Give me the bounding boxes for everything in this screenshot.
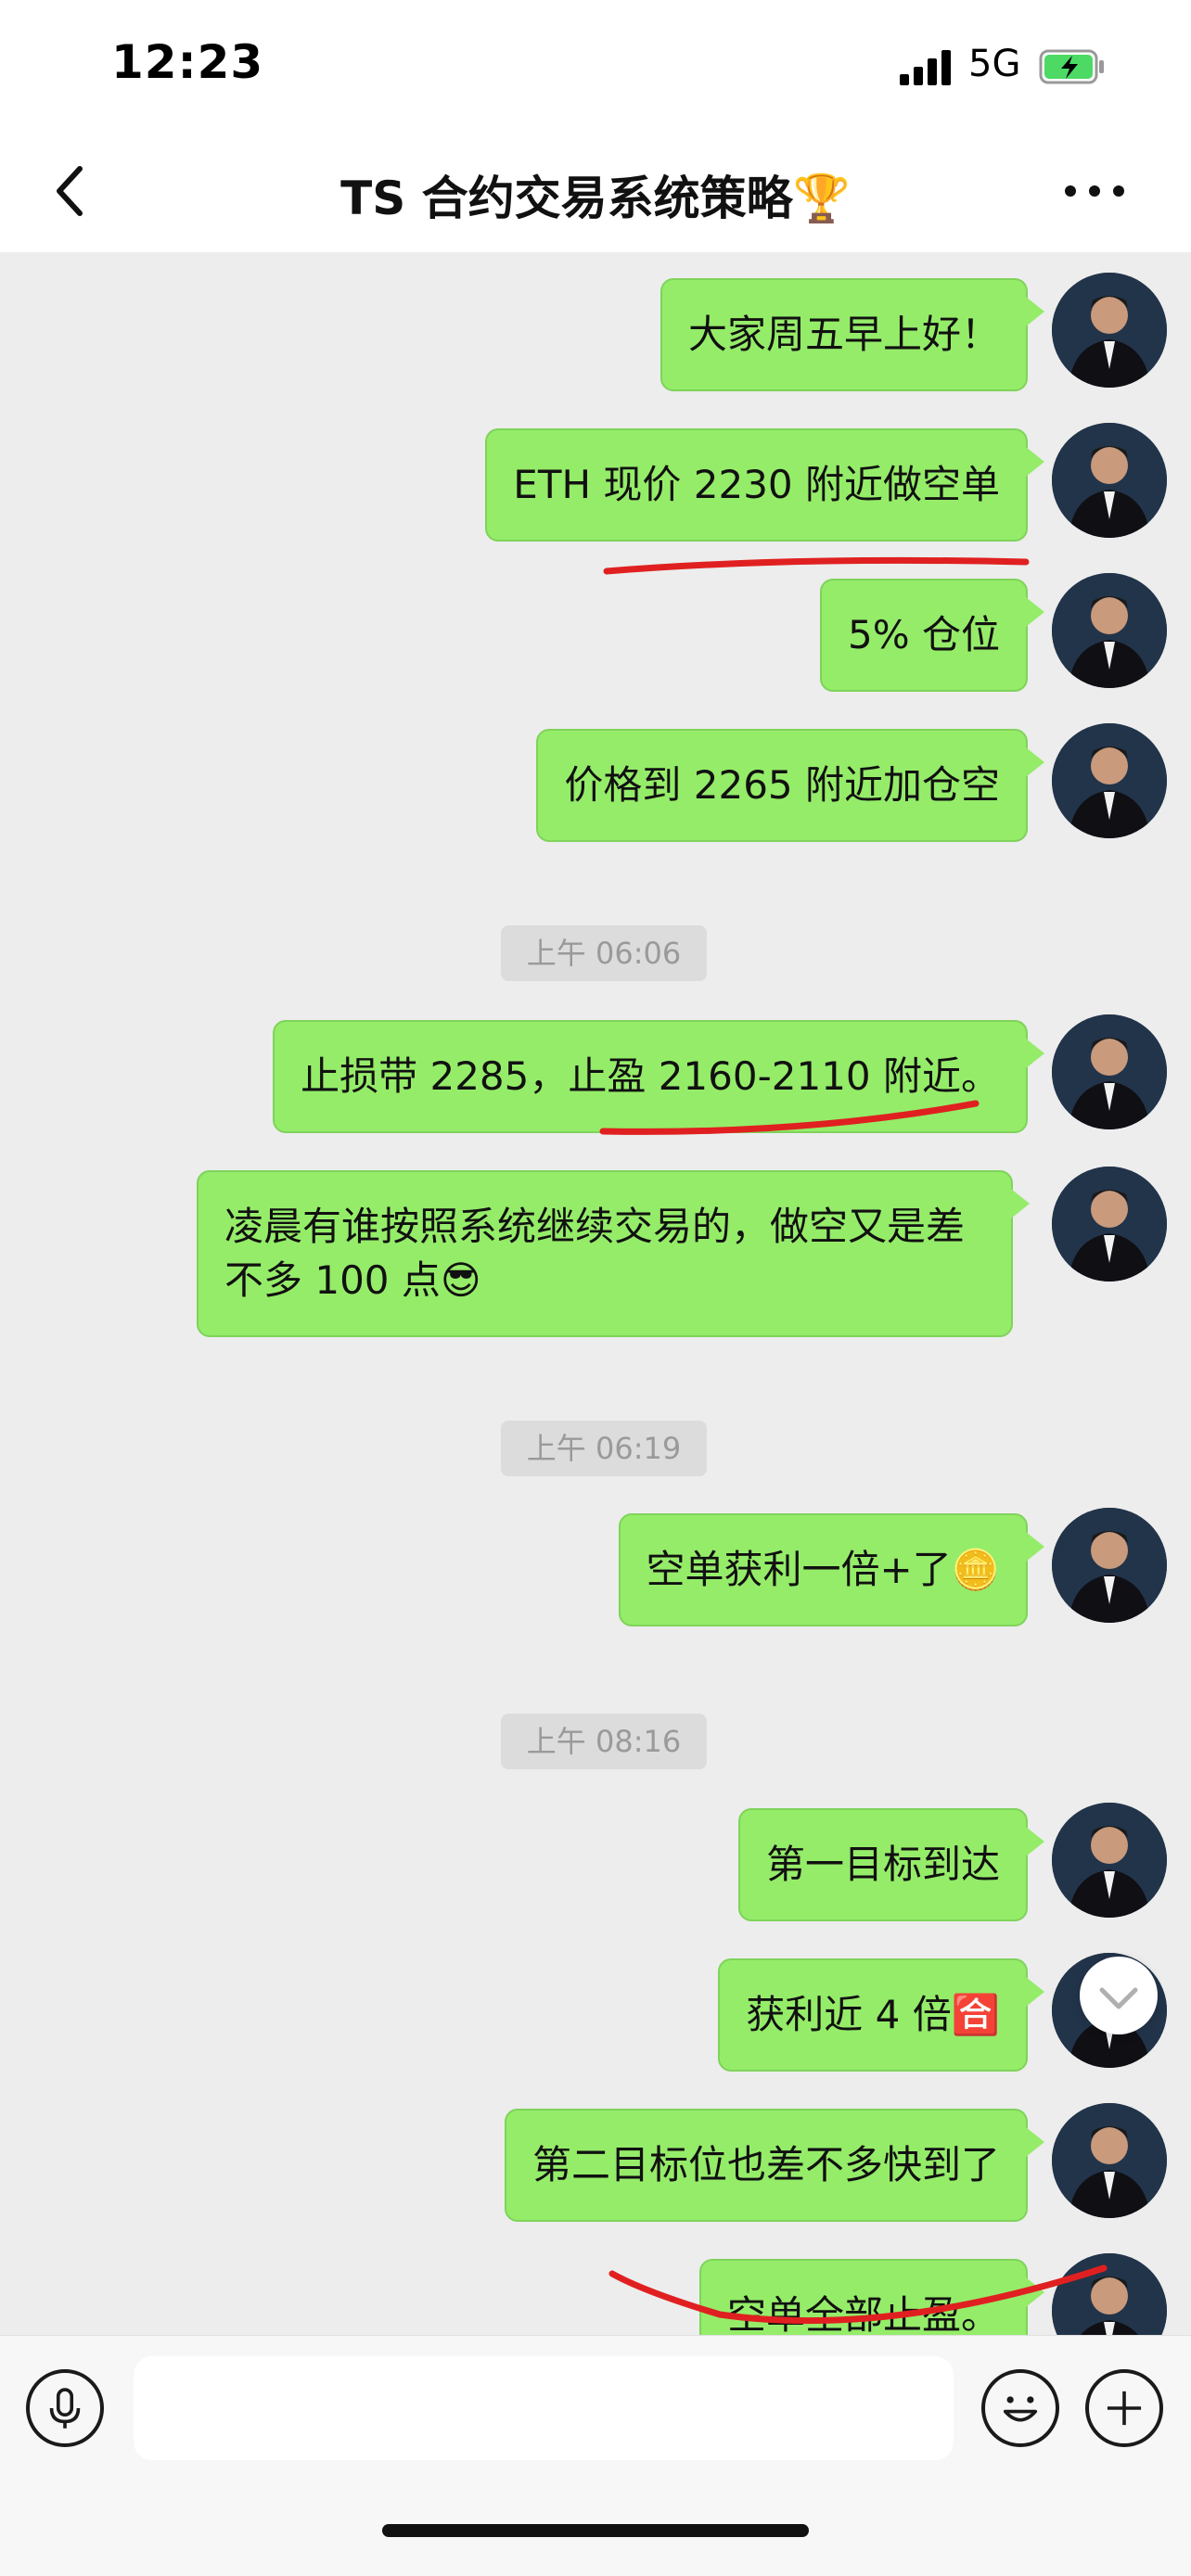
avatar[interactable] — [1052, 423, 1167, 538]
message-bubble[interactable]: 价格到 2265 附近加仓空 — [536, 729, 1044, 842]
network-type: 5G — [968, 43, 1021, 85]
red-underline-mark — [608, 2264, 1108, 2325]
avatar[interactable] — [1052, 273, 1167, 388]
avatar[interactable] — [1052, 1508, 1167, 1623]
message-bubble[interactable]: 第一目标到达 — [737, 1808, 1045, 1921]
avatar[interactable] — [1052, 1014, 1167, 1129]
message-bubble[interactable]: 空单获利一倍+了🪙 — [618, 1513, 1044, 1626]
message-bubble[interactable]: 大家周五早上好！ — [660, 278, 1045, 391]
message-timestamp: 上午 06:06 — [501, 925, 707, 981]
home-indicator — [382, 2524, 809, 2537]
message-bubble[interactable]: 获利近 4 倍🈴 — [718, 1958, 1044, 2072]
message-line: 凌晨有谁按照系统继续交易的，做空又是差 — [224, 1204, 966, 1249]
message-bubble[interactable]: ETH 现价 2230 附近做空单 — [485, 428, 1044, 542]
red-underline-mark — [603, 556, 1030, 575]
cellular-signal-icon — [900, 48, 954, 85]
battery-charging-icon — [1039, 49, 1104, 84]
avatar[interactable] — [1052, 1803, 1167, 1918]
status-time: 12:23 — [111, 35, 264, 89]
message-input[interactable] — [134, 2356, 954, 2460]
nav-bar: TS 合约交易系统策略🏆 — [0, 130, 1191, 252]
more-options-icon[interactable] — [1057, 172, 1132, 210]
status-bar: 12:23 5G — [0, 0, 1191, 130]
message-list[interactable]: 大家周五早上好！ ETH 现价 2230 附近做空单 5% 仓位 价格到 226… — [0, 252, 1191, 2335]
chat-title: TS 合约交易系统策略🏆 — [340, 172, 851, 225]
message-timestamp: 上午 08:16 — [501, 1714, 707, 1769]
message-timestamp: 上午 06:19 — [501, 1421, 707, 1476]
avatar[interactable] — [1052, 2103, 1167, 2218]
add-attachment-button[interactable] — [1085, 2369, 1163, 2447]
avatar[interactable] — [1052, 573, 1167, 688]
red-underline-mark — [599, 1100, 980, 1135]
message-bubble[interactable]: 5% 仓位 — [820, 579, 1044, 692]
emoji-button[interactable] — [981, 2369, 1059, 2447]
message-bubble[interactable]: 凌晨有谁按照系统继续交易的，做空又是差 不多 100 点😎 — [197, 1170, 1030, 1337]
message-bubble[interactable]: 第二目标位也差不多快到了 — [504, 2109, 1045, 2222]
chat-screen: 12:23 5G TS 合约交易系统策略🏆 大家周五早上好！ ETH 现价 22… — [0, 0, 1191, 2576]
scroll-down-button[interactable] — [1080, 1957, 1158, 2034]
avatar[interactable] — [1052, 723, 1167, 838]
avatar[interactable] — [1052, 1167, 1167, 1282]
input-bar — [0, 2335, 1191, 2576]
voice-input-button[interactable] — [26, 2369, 104, 2447]
message-line: 不多 100 点😎 — [224, 1257, 481, 1303]
